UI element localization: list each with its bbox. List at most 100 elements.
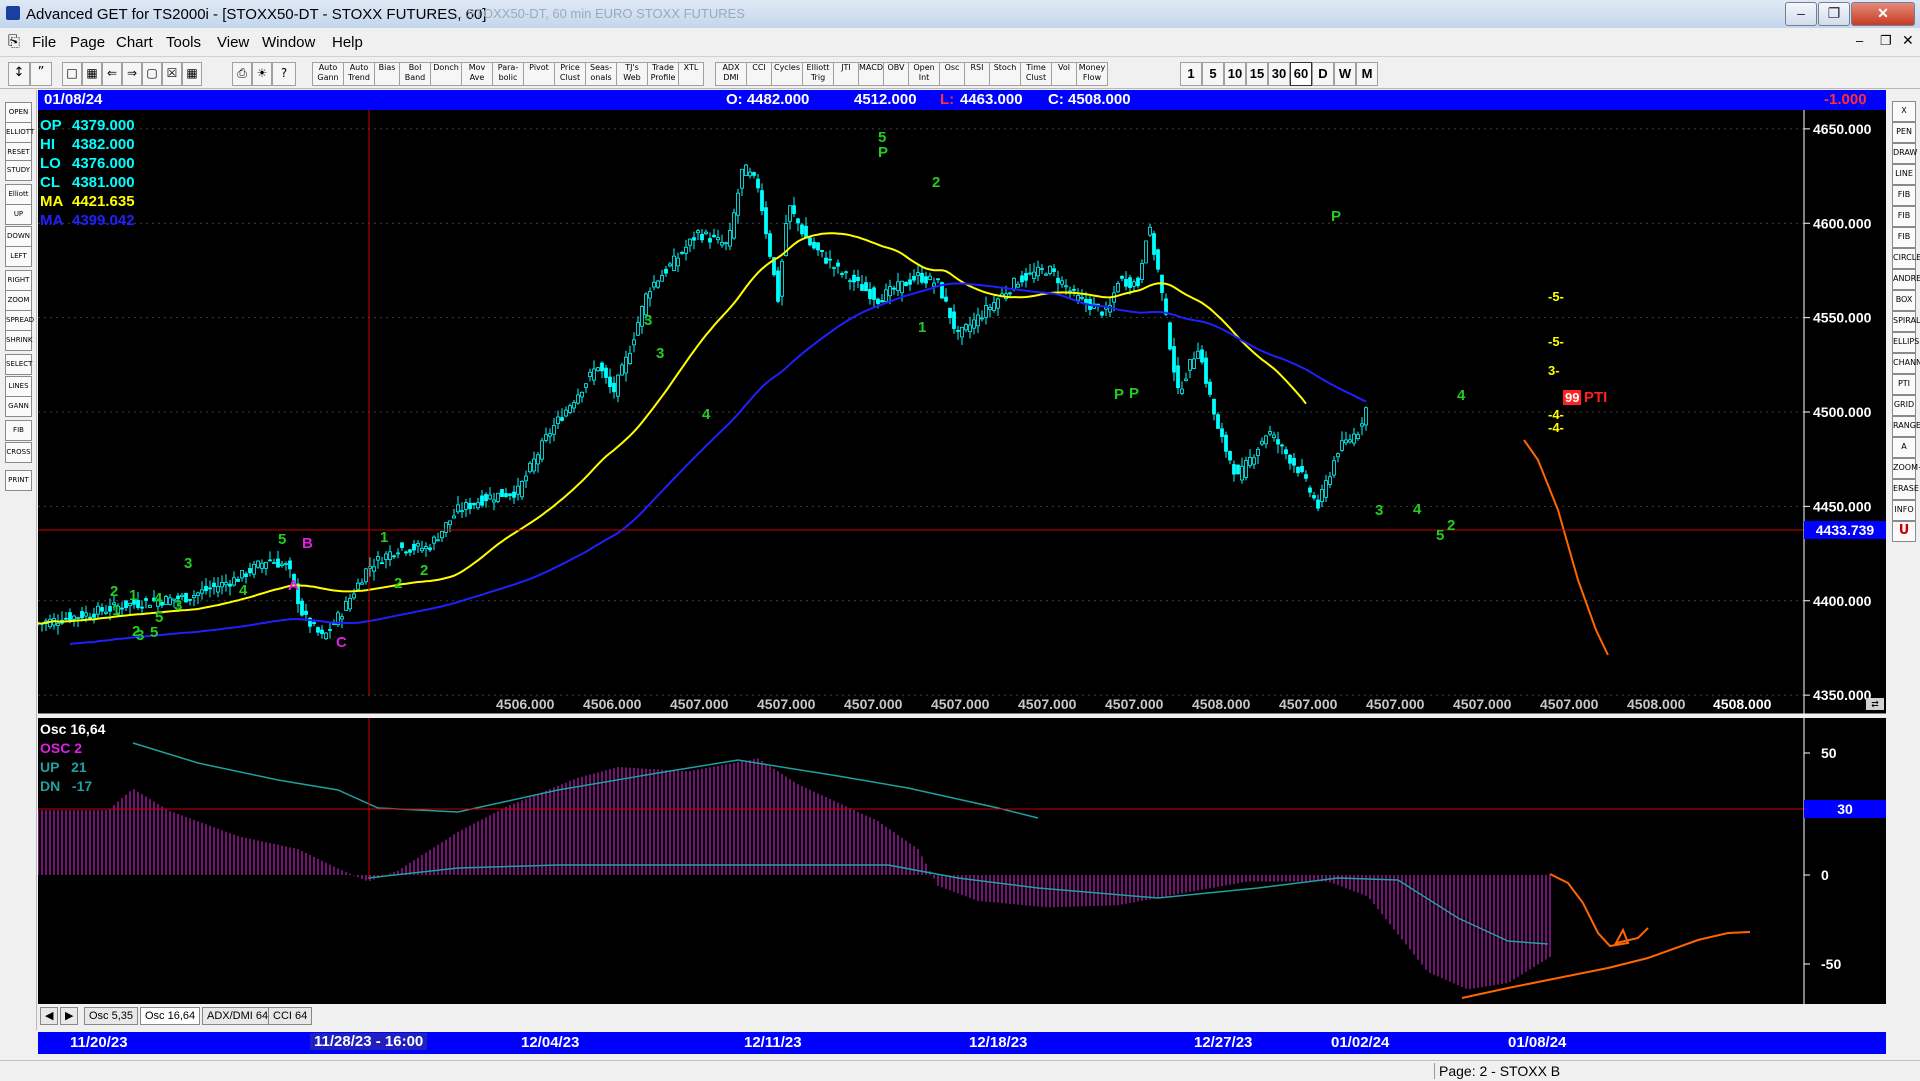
left-tool-button[interactable]: ELLIOTT: [5, 122, 34, 143]
menu-tools[interactable]: Tools: [166, 34, 201, 51]
pointer-tool-button[interactable]: ↕: [8, 62, 30, 86]
indicator-button[interactable]: MACD: [858, 62, 884, 86]
indicator-button[interactable]: ADX DMI: [715, 62, 747, 86]
menu-help[interactable]: Help: [332, 34, 363, 51]
scroll-left-button[interactable]: ⇐: [102, 62, 122, 86]
menu-page[interactable]: Page: [70, 34, 105, 51]
left-tool-button[interactable]: UP: [5, 204, 32, 225]
timeframe-button[interactable]: W: [1334, 62, 1356, 86]
maximize-button[interactable]: ❐: [1818, 2, 1850, 26]
indicator-button[interactable]: XTL: [678, 62, 704, 86]
indicator-button[interactable]: TJ's Web: [616, 62, 648, 86]
tab-scroll-right[interactable]: ▶: [60, 1007, 79, 1025]
left-tool-button[interactable]: PRINT: [5, 470, 32, 491]
mdi-restore-button[interactable]: ❐: [1880, 33, 1892, 49]
indicator-button[interactable]: Donch: [430, 62, 462, 86]
tab-osc-5-35[interactable]: Osc 5,35: [84, 1007, 139, 1025]
right-tool-button[interactable]: BOX: [1892, 290, 1916, 311]
left-tool-button[interactable]: STUDY: [5, 160, 32, 181]
left-tool-button[interactable]: Elliott: [5, 184, 32, 205]
indicator-button[interactable]: Pivot: [523, 62, 555, 86]
tab-cci-64[interactable]: CCI 64: [268, 1007, 313, 1025]
right-tool-button[interactable]: FIB TIME: [1892, 227, 1916, 259]
indicator-button[interactable]: Mov Ave: [461, 62, 493, 86]
timeframe-button[interactable]: 15: [1246, 62, 1268, 86]
left-tool-button[interactable]: ZOOM: [5, 290, 32, 311]
timeframe-button[interactable]: 1: [1180, 62, 1202, 86]
indicator-button[interactable]: Cycles: [771, 62, 803, 86]
menu-view[interactable]: View: [217, 34, 249, 51]
timeframe-button[interactable]: 30: [1268, 62, 1290, 86]
indicator-button[interactable]: JTI: [833, 62, 859, 86]
indicator-button[interactable]: RSI: [964, 62, 990, 86]
tab-scroll-left[interactable]: ◀: [40, 1007, 59, 1025]
right-tool-button[interactable]: DRAW: [1892, 143, 1917, 164]
close-button[interactable]: ✕: [1851, 2, 1915, 26]
help-button[interactable]: ?: [272, 62, 296, 86]
timeframe-button[interactable]: 5: [1202, 62, 1224, 86]
right-tool-button[interactable]: FIB EXT: [1892, 206, 1916, 238]
indicator-button[interactable]: Open Int: [908, 62, 940, 86]
timeframe-button[interactable]: D: [1312, 62, 1334, 86]
left-tool-button[interactable]: FIB: [5, 420, 32, 441]
menu-window[interactable]: Window: [262, 34, 315, 51]
left-tool-button[interactable]: SELECT: [5, 354, 32, 375]
left-tool-button[interactable]: SPREAD: [5, 310, 34, 331]
timeframe-button[interactable]: 10: [1224, 62, 1246, 86]
indicator-button[interactable]: Money Flow: [1076, 62, 1108, 86]
oscillator-panel[interactable]: 50 0 -50 Osc 16,64 OSC 2 UP 21 DN -17 30: [37, 718, 1886, 1004]
timeframe-button[interactable]: M: [1356, 62, 1378, 86]
indicator-button[interactable]: Time Clust: [1020, 62, 1052, 86]
indicator-button[interactable]: Seas- onals: [585, 62, 617, 86]
indicator-button[interactable]: Vol: [1051, 62, 1077, 86]
right-tool-button[interactable]: SPIRAL: [1892, 311, 1920, 332]
right-tool-button[interactable]: CIRCLE: [1892, 248, 1920, 269]
right-tool-button[interactable]: FIB RET: [1892, 185, 1916, 217]
right-tool-button[interactable]: ELLIPS: [1892, 332, 1919, 353]
chart-page-button[interactable]: ▦: [82, 62, 102, 86]
mdi-minimize-button[interactable]: –: [1856, 33, 1863, 48]
scroll-icon[interactable]: ⇄: [1866, 698, 1884, 710]
right-tool-button[interactable]: PTI: [1892, 374, 1916, 395]
right-tool-button[interactable]: U: [1892, 521, 1916, 542]
indicator-button[interactable]: Bias: [374, 62, 400, 86]
scroll-right-button[interactable]: ⇒: [122, 62, 142, 86]
right-tool-button[interactable]: ERASE: [1892, 479, 1919, 500]
mdi-close-button[interactable]: ✕: [1902, 32, 1914, 49]
indicator-button[interactable]: Elliott Trig: [802, 62, 834, 86]
left-tool-button[interactable]: RIGHT: [5, 270, 32, 291]
delete-button[interactable]: ☒: [162, 62, 182, 86]
grid-button[interactable]: ▦: [182, 62, 202, 86]
menu-chart[interactable]: Chart: [116, 34, 153, 51]
indicator-button[interactable]: CCI: [746, 62, 772, 86]
right-tool-button[interactable]: X: [1892, 101, 1916, 122]
bulb-button[interactable]: ☀: [252, 62, 272, 86]
left-tool-button[interactable]: LINES: [5, 376, 32, 397]
print-button[interactable]: ⎙: [232, 62, 252, 86]
indicator-button[interactable]: Trade Profile: [647, 62, 679, 86]
indicator-button[interactable]: OBV: [883, 62, 909, 86]
right-tool-button[interactable]: A: [1892, 437, 1916, 458]
left-tool-button[interactable]: OPEN: [5, 102, 32, 123]
minimize-button[interactable]: –: [1785, 2, 1817, 26]
right-tool-button[interactable]: ANDREWS: [1892, 269, 1920, 290]
tab-adx-dmi-64[interactable]: ADX/DMI 64: [202, 1007, 274, 1025]
indicator-button[interactable]: Price Clust: [554, 62, 586, 86]
right-tool-button[interactable]: GRID: [1892, 395, 1916, 416]
indicator-button[interactable]: Bol Band: [399, 62, 431, 86]
right-tool-button[interactable]: ZOOM+: [1892, 458, 1920, 479]
tab-osc-16-64[interactable]: Osc 16,64: [140, 1007, 201, 1025]
price-chart[interactable]: 4650.000 4600.000 4550.000 4500.000 4450.000…: [36, 110, 1886, 715]
right-tool-button[interactable]: LINE: [1892, 164, 1916, 185]
indicator-button[interactable]: Osc: [939, 62, 965, 86]
quote-button[interactable]: ”: [30, 62, 52, 86]
right-tool-button[interactable]: RANGE: [1892, 416, 1920, 437]
indicator-button[interactable]: Stoch: [989, 62, 1021, 86]
left-tool-button[interactable]: CROSS: [5, 442, 32, 463]
left-tool-button[interactable]: DOWN: [5, 226, 32, 247]
left-tool-button[interactable]: GANN: [5, 396, 32, 417]
fit-button[interactable]: ▢: [142, 62, 162, 86]
indicator-button[interactable]: Auto Trend: [343, 62, 375, 86]
timeframe-button[interactable]: 60: [1290, 62, 1312, 86]
indicator-button[interactable]: Para- bolic: [492, 62, 524, 86]
